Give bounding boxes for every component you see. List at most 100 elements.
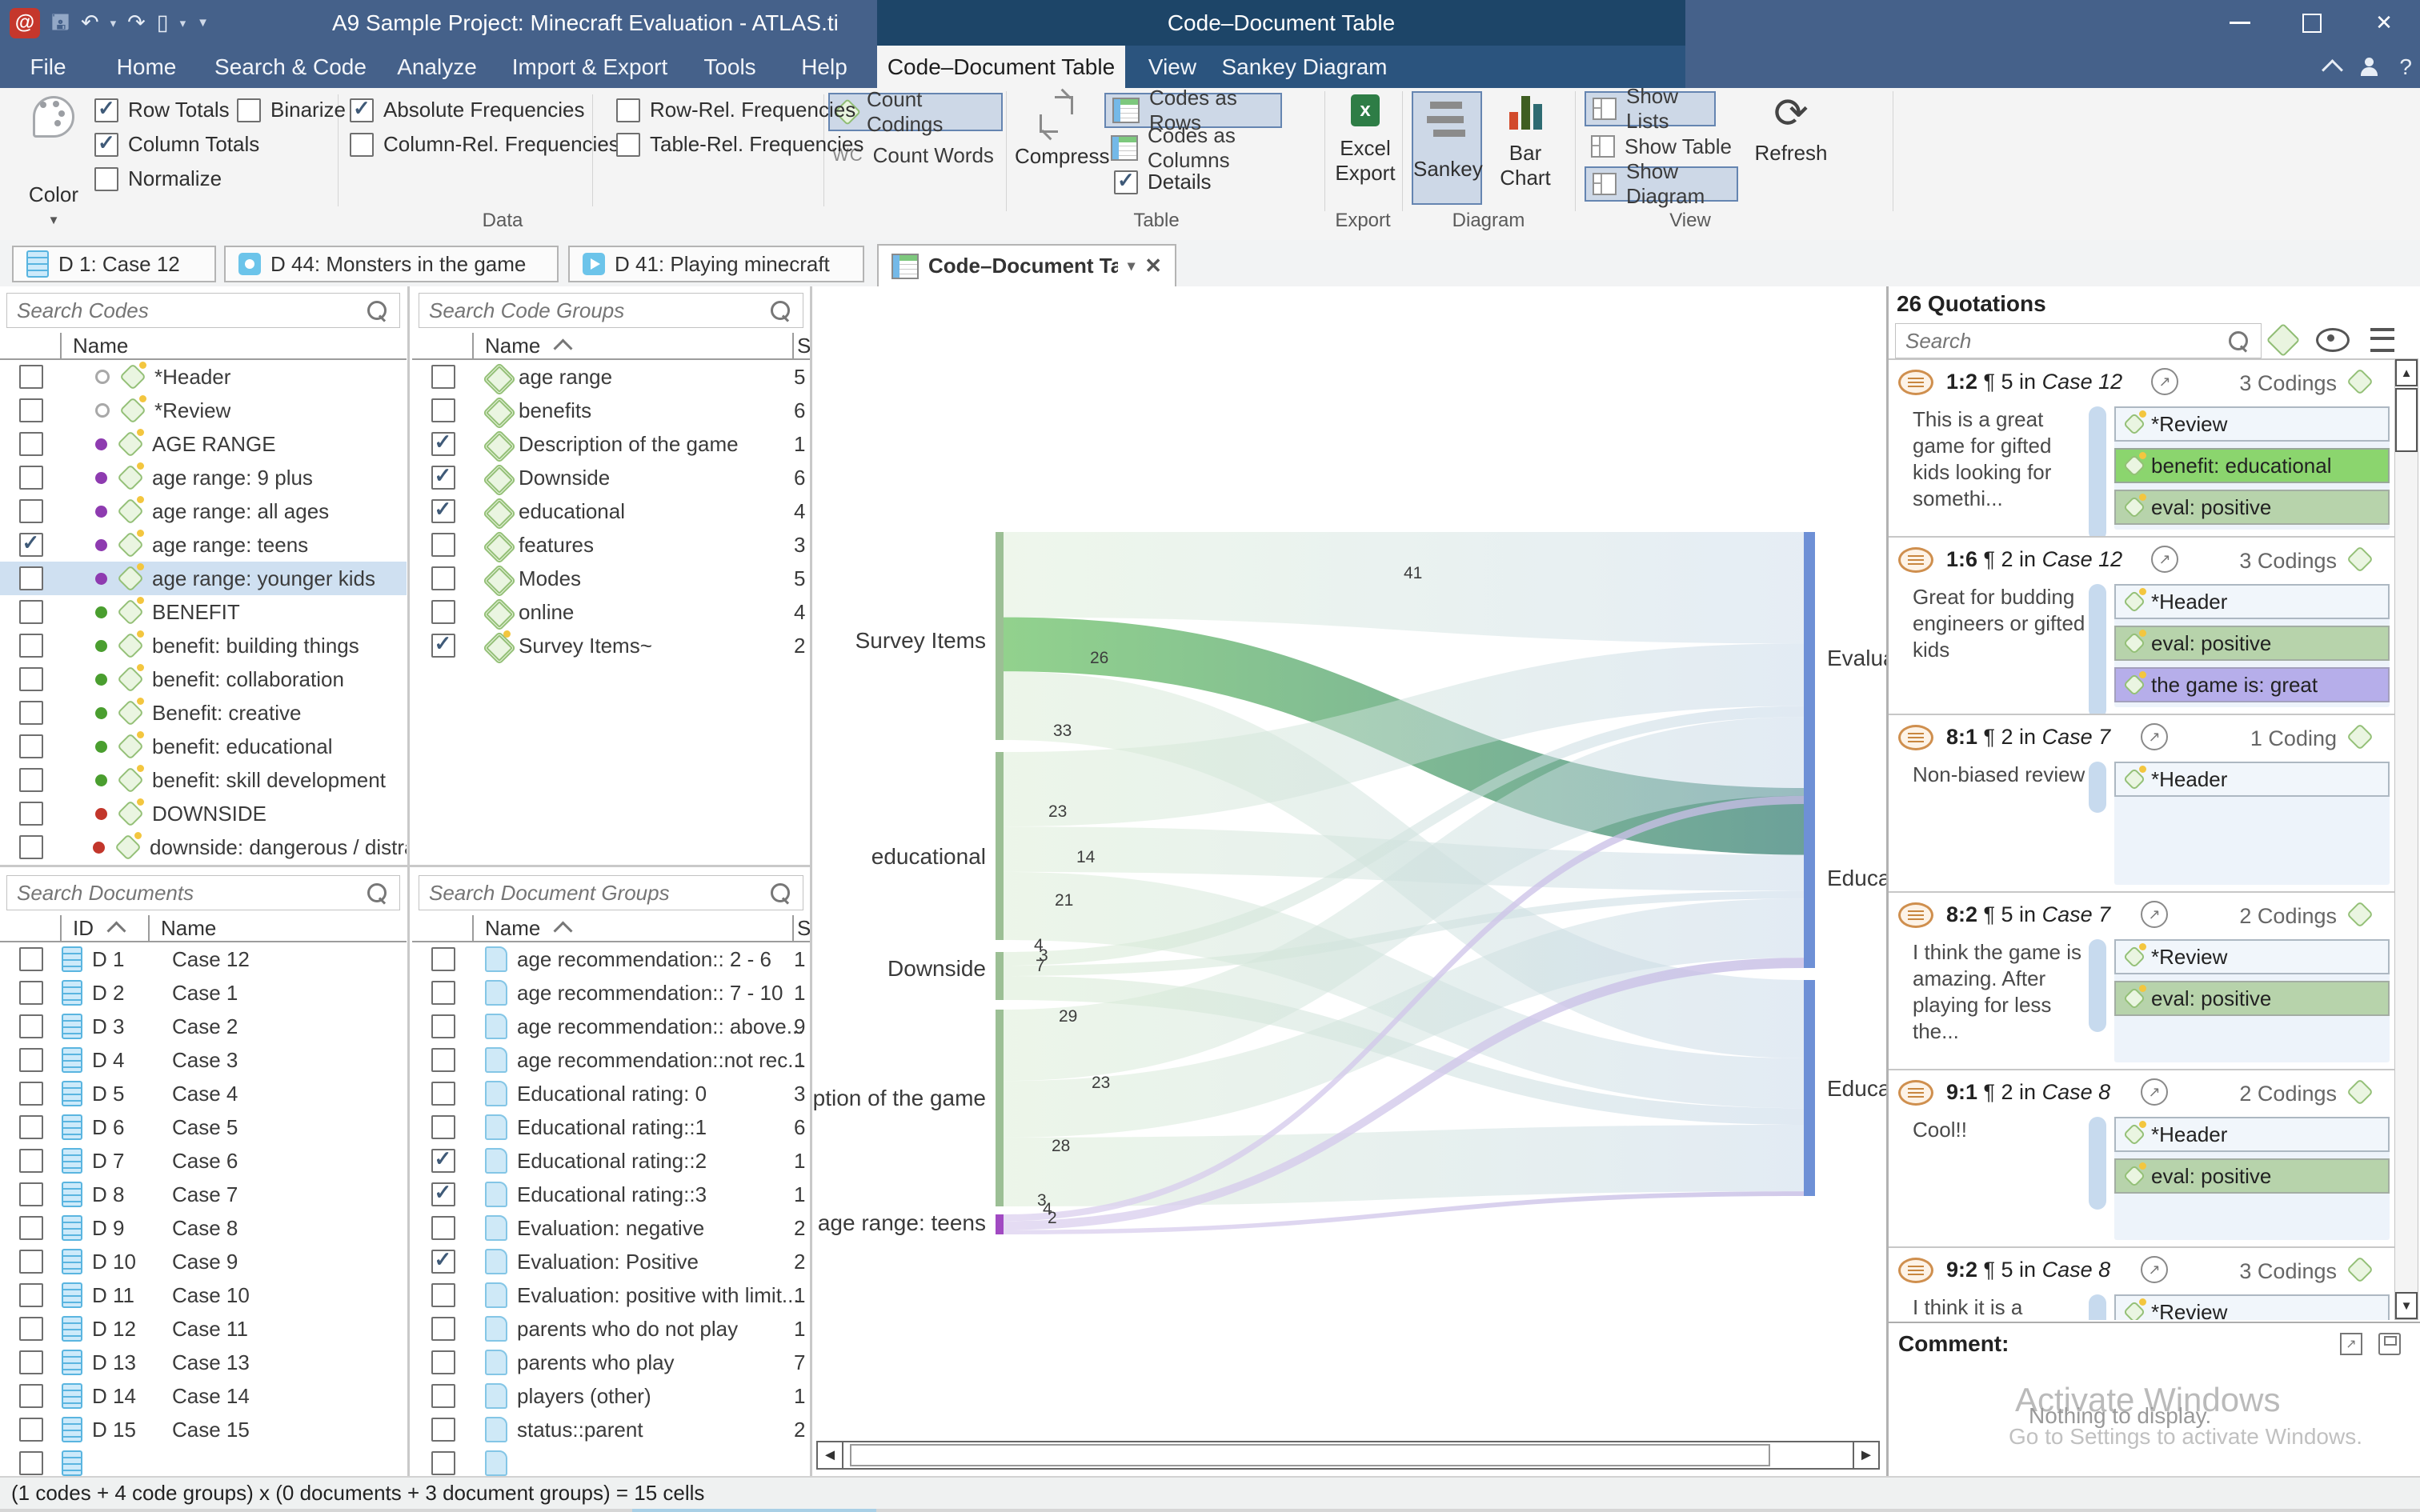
save-icon[interactable]: 🖪 [51, 12, 70, 34]
code-group-row[interactable]: benefits6 [412, 394, 810, 427]
show-table-button[interactable]: Show Table [1591, 130, 1751, 163]
code-row[interactable]: age range: 9 plus [0, 461, 407, 494]
open-quotation-icon[interactable]: ↗ [2141, 1256, 2168, 1283]
checkbox-binarize[interactable]: Binarize [237, 98, 346, 122]
document-groups-search[interactable] [419, 875, 803, 910]
row-checkbox[interactable] [431, 947, 455, 971]
codes-search[interactable] [6, 293, 400, 328]
document-group-row[interactable]: age recommendation:: 2 - 61 [412, 942, 810, 976]
quotation-card[interactable]: 1:2 ¶ 5 in Case 12↗3 CodingsThis is a gr… [1889, 358, 2394, 538]
menu-item-help[interactable]: Help [801, 46, 847, 88]
row-checkbox[interactable] [431, 466, 455, 490]
quotation-code-bar[interactable]: *Header [2114, 1117, 2390, 1152]
document-group-row[interactable]: parents who do not play1 [412, 1312, 810, 1346]
row-checkbox[interactable] [431, 634, 455, 658]
checkbox-table-rel-frequencies[interactable]: Table-Rel. Frequencies [616, 132, 863, 157]
open-quotation-icon[interactable]: ↗ [2141, 901, 2168, 928]
save-comment-icon[interactable] [2378, 1333, 2401, 1355]
row-checkbox[interactable] [19, 1451, 43, 1475]
document-group-row[interactable] [412, 1446, 810, 1476]
document-row[interactable]: D 14Case 14 [0, 1379, 407, 1413]
checkbox-normalize[interactable]: Normalize [94, 166, 222, 191]
quotation-card[interactable]: 9:1 ¶ 2 in Case 8↗2 CodingsCool!!*Header… [1889, 1069, 2394, 1248]
document-group-row[interactable]: players (other)1 [412, 1379, 810, 1413]
row-checkbox[interactable] [431, 398, 455, 422]
code-group-row[interactable]: online4 [412, 595, 810, 629]
row-checkbox[interactable] [19, 466, 43, 490]
code-group-row[interactable]: educational4 [412, 494, 810, 528]
open-quotation-icon[interactable]: ↗ [2141, 1078, 2168, 1106]
quotation-code-bar[interactable]: *Review [2114, 939, 2390, 974]
row-checkbox[interactable] [431, 1082, 455, 1106]
row-checkbox[interactable] [19, 499, 43, 523]
row-checkbox[interactable] [19, 1115, 43, 1139]
row-checkbox[interactable] [19, 1283, 43, 1307]
document-tab-1[interactable]: D 1: Case 12 [12, 246, 216, 282]
sankey-left-node[interactable] [996, 532, 1004, 740]
documents-search-input[interactable] [7, 881, 367, 906]
open-quotation-icon[interactable]: ↗ [2151, 546, 2178, 573]
row-checkbox[interactable] [19, 1418, 43, 1442]
documents-header[interactable]: ID Name [0, 915, 407, 942]
sankey-diagram[interactable]: 412633231421437292328342Survey Itemseduc… [813, 286, 1886, 1440]
document-group-row[interactable]: Educational rating: 03 [412, 1077, 810, 1110]
list-options-icon[interactable] [2370, 328, 2394, 352]
codes-search-input[interactable] [7, 298, 367, 323]
row-checkbox[interactable] [19, 1014, 43, 1038]
row-checkbox[interactable] [431, 1014, 455, 1038]
quotation-code-bar[interactable]: the game is: great [2114, 667, 2390, 702]
quotation-code-bar[interactable]: eval: positive [2114, 490, 2390, 525]
open-quotation-icon[interactable]: ↗ [2151, 368, 2178, 395]
row-checkbox[interactable] [19, 1149, 43, 1173]
document-row[interactable]: D 11Case 10 [0, 1278, 407, 1312]
code-row[interactable]: downside: dangerous / distrac [0, 830, 407, 864]
document-row[interactable]: D 9Case 8 [0, 1211, 407, 1245]
undo-dropdown-icon[interactable]: ▾ [110, 16, 117, 30]
document-group-row[interactable]: Evaluation: negative2 [412, 1211, 810, 1245]
scroll-right-icon[interactable]: ► [1853, 1441, 1880, 1470]
document-row[interactable] [0, 1446, 407, 1476]
quotations-scrollbar[interactable]: ▲ ▼ [2394, 358, 2418, 1320]
document-row[interactable]: D 12Case 11 [0, 1312, 407, 1346]
row-checkbox[interactable] [431, 1317, 455, 1341]
minimize-button[interactable] [2204, 0, 2276, 46]
tab-view[interactable]: View [1148, 46, 1196, 88]
bar-chart-button[interactable]: Bar Chart [1490, 94, 1561, 190]
code-group-row[interactable]: Downside6 [412, 461, 810, 494]
row-checkbox[interactable] [431, 566, 455, 590]
row-checkbox[interactable] [19, 1048, 43, 1072]
row-checkbox[interactable] [19, 667, 43, 691]
close-button[interactable]: ✕ [2348, 0, 2420, 46]
menu-item-home[interactable]: Home [117, 46, 177, 88]
row-checkbox[interactable] [19, 768, 43, 792]
row-checkbox[interactable] [431, 1149, 455, 1173]
row-checkbox[interactable] [19, 634, 43, 658]
code-group-row[interactable]: Description of the game1 [412, 427, 810, 461]
quotation-code-bar[interactable]: eval: positive [2114, 1158, 2390, 1194]
code-row[interactable]: *Review [0, 394, 407, 427]
code-row[interactable]: BENEFIT [0, 595, 407, 629]
tab-dropdown-icon[interactable]: ▾ [1128, 258, 1135, 274]
customize-toolbar-icon[interactable]: ▼ [197, 16, 209, 30]
code-group-row[interactable]: age range5 [412, 360, 810, 394]
row-checkbox[interactable] [19, 600, 43, 624]
sankey-right-node[interactable] [1804, 532, 1815, 804]
menu-item-import-export[interactable]: Import & Export [512, 46, 668, 88]
document-row[interactable]: D 7Case 6 [0, 1144, 407, 1178]
tab-close-icon[interactable]: ✕ [1144, 254, 1162, 278]
scrollbar-thumb[interactable] [850, 1444, 1770, 1466]
document-group-row[interactable]: age recommendation:: 7 - 101 [412, 976, 810, 1010]
row-checkbox[interactable] [19, 432, 43, 456]
code-group-row[interactable]: Survey Items~2 [412, 629, 810, 662]
sankey-left-node[interactable] [996, 1010, 1004, 1206]
checkbox-column-rel-frequencies[interactable]: Column-Rel. Frequencies [350, 132, 619, 157]
redo-icon[interactable]: ↷ [127, 12, 146, 34]
document-group-row[interactable]: Evaluation: Positive2 [412, 1245, 810, 1278]
row-checkbox[interactable] [19, 947, 43, 971]
row-checkbox[interactable] [19, 835, 43, 859]
preview-icon[interactable] [2316, 328, 2350, 352]
code-row[interactable]: benefit: collaboration [0, 662, 407, 696]
menu-item-analyze[interactable]: Analyze [397, 46, 477, 88]
documents-search[interactable] [6, 875, 400, 910]
sankey-left-node[interactable] [996, 952, 1004, 1000]
